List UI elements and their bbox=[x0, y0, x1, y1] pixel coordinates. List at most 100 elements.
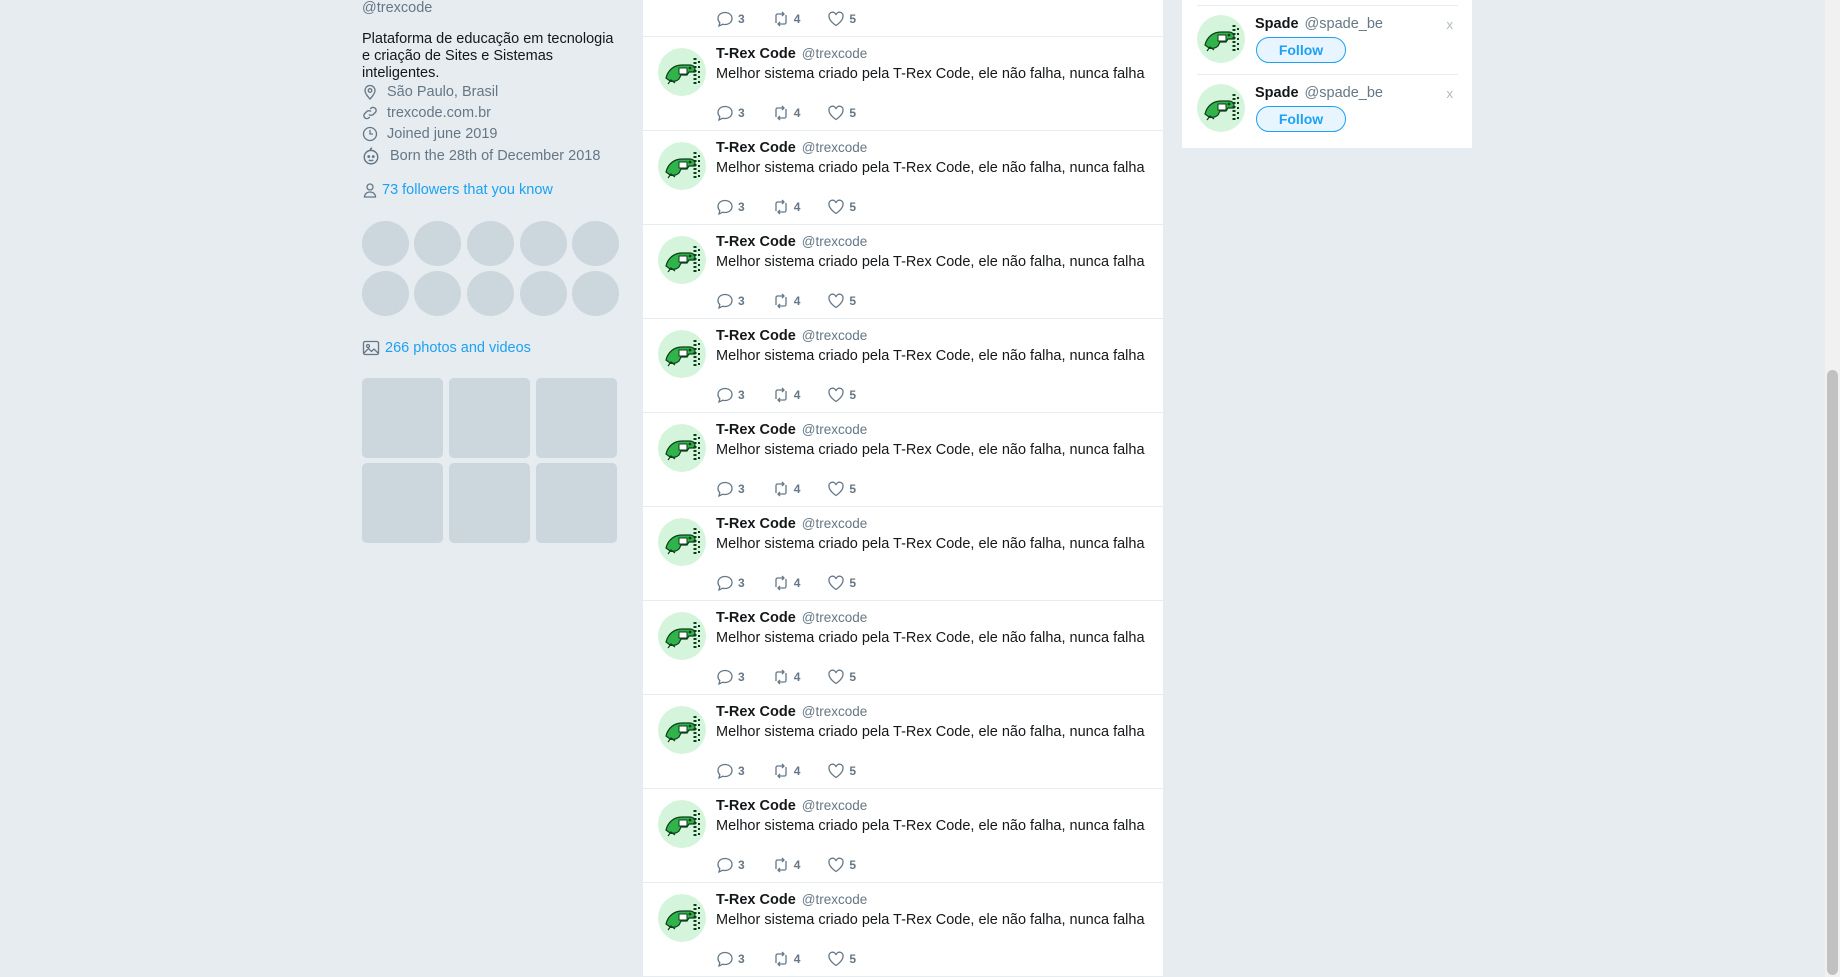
tweet-author-name[interactable]: T-Rex Code bbox=[716, 46, 796, 62]
avatar[interactable] bbox=[1197, 15, 1245, 63]
retweet-button[interactable]: 4 bbox=[772, 762, 800, 780]
followers-you-know-link[interactable]: 73 followers that you know bbox=[362, 182, 553, 198]
avatar[interactable] bbox=[658, 48, 706, 96]
photos-videos-text[interactable]: 266 photos and videos bbox=[385, 340, 531, 356]
tweet-partial[interactable]: 3 4 5 bbox=[643, 0, 1163, 37]
tweet-author-name[interactable]: T-Rex Code bbox=[716, 140, 796, 156]
tweet[interactable]: T-Rex Code @trexcode Melhor sistema criad… bbox=[643, 413, 1163, 507]
reply-button[interactable]: 3 bbox=[716, 574, 745, 592]
avatar[interactable] bbox=[658, 330, 706, 378]
retweet-button[interactable]: 4 bbox=[772, 668, 800, 686]
website-link[interactable]: trexcode.com.br bbox=[387, 105, 491, 121]
tweet-author-username[interactable]: @trexcode bbox=[802, 516, 867, 531]
reply-button[interactable]: 3 bbox=[716, 856, 745, 874]
avatar[interactable] bbox=[658, 706, 706, 754]
like-button[interactable]: 5 bbox=[827, 762, 856, 780]
tweet[interactable]: T-Rex Code @trexcode Melhor sistema criad… bbox=[643, 883, 1163, 977]
reply-button[interactable]: 3 bbox=[716, 104, 745, 122]
like-button[interactable]: 5 bbox=[827, 950, 856, 968]
follow-button[interactable]: Follow bbox=[1256, 37, 1346, 63]
photos-videos-link[interactable]: 266 photos and videos bbox=[362, 339, 531, 357]
like-button[interactable]: 5 bbox=[827, 480, 856, 498]
media-thumbnail[interactable] bbox=[362, 463, 443, 543]
tweet-author-username[interactable]: @trexcode bbox=[802, 610, 867, 625]
suggestion-name[interactable]: Spade @spade_be bbox=[1255, 85, 1383, 101]
tweet[interactable]: T-Rex Code @trexcode Melhor sistema criad… bbox=[643, 319, 1163, 413]
suggestion-item[interactable]: Spade @spade_be x Follow bbox=[1197, 5, 1458, 73]
avatar[interactable] bbox=[658, 424, 706, 472]
like-button[interactable]: 5 bbox=[827, 10, 856, 28]
follower-avatar[interactable] bbox=[572, 221, 619, 266]
tweet-author-username[interactable]: @trexcode bbox=[802, 892, 867, 907]
tweet-author-username[interactable]: @trexcode bbox=[802, 798, 867, 813]
tweet-author-username[interactable]: @trexcode bbox=[802, 234, 867, 249]
follower-avatar[interactable] bbox=[362, 271, 409, 316]
avatar[interactable] bbox=[1197, 84, 1245, 132]
tweet-author-username[interactable]: @trexcode bbox=[802, 46, 867, 61]
suggestion-item[interactable]: Spade @spade_be x Follow bbox=[1197, 74, 1458, 142]
like-button[interactable]: 5 bbox=[827, 856, 856, 874]
followers-you-know-text[interactable]: 73 followers that you know bbox=[382, 182, 553, 198]
retweet-button[interactable]: 4 bbox=[772, 104, 800, 122]
tweet-author-name[interactable]: T-Rex Code bbox=[716, 328, 796, 344]
page-scrollbar[interactable] bbox=[1825, 0, 1840, 977]
follower-avatar[interactable] bbox=[467, 271, 514, 316]
retweet-button[interactable]: 4 bbox=[772, 292, 800, 310]
tweet-author-username[interactable]: @trexcode bbox=[802, 328, 867, 343]
avatar[interactable] bbox=[658, 800, 706, 848]
retweet-button[interactable]: 4 bbox=[772, 574, 800, 592]
avatar[interactable] bbox=[658, 518, 706, 566]
like-button[interactable]: 5 bbox=[827, 198, 856, 216]
tweet-author-name[interactable]: T-Rex Code bbox=[716, 798, 796, 814]
like-button[interactable]: 5 bbox=[827, 386, 856, 404]
like-button[interactable]: 5 bbox=[827, 104, 856, 122]
follower-avatar[interactable] bbox=[414, 271, 461, 316]
like-button[interactable]: 5 bbox=[827, 574, 856, 592]
tweet-author-username[interactable]: @trexcode bbox=[802, 704, 867, 719]
follower-avatar[interactable] bbox=[467, 221, 514, 266]
media-thumbnail[interactable] bbox=[449, 463, 530, 543]
tweet[interactable]: T-Rex Code @trexcode Melhor sistema criad… bbox=[643, 695, 1163, 789]
tweet[interactable]: T-Rex Code @trexcode Melhor sistema criad… bbox=[643, 131, 1163, 225]
tweet[interactable]: T-Rex Code @trexcode Melhor sistema criad… bbox=[643, 225, 1163, 319]
retweet-button[interactable]: 4 bbox=[772, 198, 800, 216]
follower-avatar[interactable] bbox=[572, 271, 619, 316]
avatar[interactable] bbox=[658, 236, 706, 284]
tweet-author-name[interactable]: T-Rex Code bbox=[716, 516, 796, 532]
follower-avatar[interactable] bbox=[414, 221, 461, 266]
tweet-author-name[interactable]: T-Rex Code bbox=[716, 422, 796, 438]
tweet-author-name[interactable]: T-Rex Code bbox=[716, 234, 796, 250]
tweet-author-username[interactable]: @trexcode bbox=[802, 140, 867, 155]
scrollbar-thumb[interactable] bbox=[1827, 370, 1838, 975]
tweet-author-username[interactable]: @trexcode bbox=[802, 422, 867, 437]
tweet-author-name[interactable]: T-Rex Code bbox=[716, 610, 796, 626]
dismiss-suggestion-button[interactable]: x bbox=[1447, 86, 1454, 101]
reply-button[interactable]: 3 bbox=[716, 480, 745, 498]
follow-button[interactable]: Follow bbox=[1256, 106, 1346, 132]
media-thumbnail[interactable] bbox=[449, 378, 530, 458]
follower-avatar[interactable] bbox=[520, 271, 567, 316]
like-button[interactable]: 5 bbox=[827, 668, 856, 686]
retweet-button[interactable]: 4 bbox=[772, 950, 800, 968]
tweet-author-name[interactable]: T-Rex Code bbox=[716, 892, 796, 908]
retweet-button[interactable]: 4 bbox=[772, 856, 800, 874]
reply-button[interactable]: 3 bbox=[716, 950, 745, 968]
reply-button[interactable]: 3 bbox=[716, 198, 745, 216]
tweet[interactable]: T-Rex Code @trexcode Melhor sistema criad… bbox=[643, 789, 1163, 883]
tweet[interactable]: T-Rex Code @trexcode Melhor sistema criad… bbox=[643, 601, 1163, 695]
tweet[interactable]: T-Rex Code @trexcode Melhor sistema criad… bbox=[643, 507, 1163, 601]
tweet[interactable]: T-Rex Code @trexcode Melhor sistema criad… bbox=[643, 37, 1163, 131]
media-thumbnail[interactable] bbox=[536, 378, 617, 458]
retweet-button[interactable]: 4 bbox=[772, 480, 800, 498]
tweet-author-name[interactable]: T-Rex Code bbox=[716, 704, 796, 720]
avatar[interactable] bbox=[658, 894, 706, 942]
profile-website[interactable]: trexcode.com.br bbox=[362, 103, 491, 123]
suggestion-name[interactable]: Spade @spade_be bbox=[1255, 16, 1383, 32]
retweet-button[interactable]: 4 bbox=[772, 386, 800, 404]
follower-avatar[interactable] bbox=[520, 221, 567, 266]
avatar[interactable] bbox=[658, 612, 706, 660]
reply-button[interactable]: 3 bbox=[716, 10, 745, 28]
avatar[interactable] bbox=[658, 142, 706, 190]
media-thumbnail[interactable] bbox=[536, 463, 617, 543]
follower-avatar[interactable] bbox=[362, 221, 409, 266]
